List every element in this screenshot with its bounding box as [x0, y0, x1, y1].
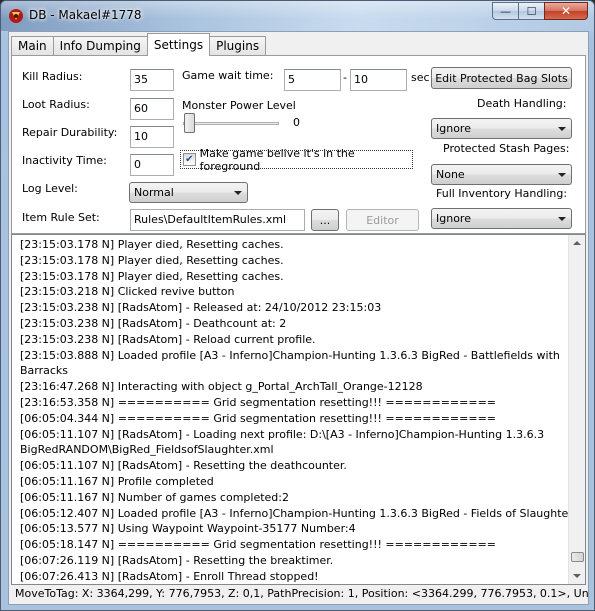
death-handling-label: Death Handling:: [477, 97, 567, 110]
edit-protected-bag-slots-button[interactable]: Edit Protected Bag Slots: [431, 67, 572, 89]
game-wait-max-input[interactable]: 10: [350, 69, 407, 91]
protected-stash-select[interactable]: None: [431, 164, 572, 185]
full-inventory-label: Full Inventory Handling:: [436, 187, 568, 200]
chevron-down-icon: [558, 217, 566, 221]
chevron-down-icon: [558, 127, 566, 131]
death-handling-select[interactable]: Ignore: [431, 118, 572, 139]
protected-stash-value: None: [436, 168, 465, 181]
title-bar[interactable]: DB - Makael#1778 — ☐ ✕: [1, 1, 594, 31]
window-title: DB - Makael#1778: [29, 8, 142, 22]
log-line: [06:05:11.167 N] Profile completed: [20, 474, 214, 488]
settings-panel: Kill Radius: 35 Loot Radius: 60 Repair D…: [11, 55, 586, 234]
monster-power-track[interactable]: [183, 122, 279, 125]
log-line: [06:05:11.107 N] [RadsAtom] - Loading ne…: [20, 427, 545, 457]
scroll-up-icon[interactable]: [573, 241, 581, 245]
log-line: [06:07:26.119 N] [RadsAtom] - Resetting …: [20, 553, 334, 567]
log-line: [23:15:03.888 N] Loaded profile [A3 - In…: [20, 348, 560, 378]
kill-radius-label: Kill Radius:: [22, 70, 83, 83]
log-line: [06:05:13.577 N] Using Waypoint Waypoint…: [20, 522, 356, 536]
log-line: [23:16:53.358 N] ========== Grid segment…: [20, 395, 497, 409]
log-level-value: Normal: [134, 186, 174, 199]
full-inventory-value: Ignore: [436, 212, 471, 225]
monster-power-slider[interactable]: [184, 113, 195, 133]
log-line: [23:15:03.238 N] [RadsAtom] - Reload cur…: [20, 332, 316, 346]
kill-radius-input[interactable]: 35: [130, 69, 174, 91]
minimize-button[interactable]: —: [492, 2, 518, 20]
log-scrollbar[interactable]: [568, 235, 585, 584]
death-handling-value: Ignore: [436, 122, 471, 135]
maximize-button[interactable]: ☐: [518, 2, 544, 20]
log-line: [06:05:11.167 N] Number of games complet…: [20, 490, 289, 504]
log-lines: [23:15:03.178 N] Player died, Resetting …: [20, 237, 573, 584]
app-icon: [9, 9, 23, 23]
scroll-down-icon[interactable]: [573, 574, 581, 578]
tab-settings[interactable]: Settings: [146, 33, 211, 56]
monster-power-label: Monster Power Level: [182, 99, 296, 112]
log-line: [23:15:03.178 N] Player died, Resetting …: [20, 238, 284, 251]
chevron-down-icon: [558, 173, 566, 177]
window-controls: — ☐ ✕: [492, 2, 588, 20]
game-wait-min-input[interactable]: 5: [284, 69, 341, 91]
browse-button[interactable]: ...: [311, 209, 339, 231]
log-line: [23:15:03.238 N] [RadsAtom] - Deathcount…: [20, 316, 287, 330]
log-line: [23:15:03.178 N] Player died, Resetting …: [20, 269, 284, 283]
app-window: DB - Makael#1778 — ☐ ✕ Main Info Dumping…: [0, 0, 595, 611]
foreground-label: Make game belive it's in the foreground: [199, 146, 355, 173]
log-level-label: Log Level:: [22, 182, 78, 195]
tab-info-dumping[interactable]: Info Dumping: [52, 36, 148, 56]
game-wait-unit: sec: [411, 71, 430, 84]
editor-button[interactable]: Editor: [346, 209, 419, 231]
tab-plugins[interactable]: Plugins: [209, 36, 267, 56]
repair-durability-label: Repair Durability:: [22, 126, 118, 139]
log-line: [06:07:26.413 N] [RadsAtom] - Enroll Thr…: [20, 569, 319, 583]
close-button[interactable]: ✕: [544, 2, 588, 20]
log-line: [06:05:04.344 N] ========== Grid segment…: [20, 411, 497, 425]
tab-main[interactable]: Main: [11, 36, 54, 56]
log-line: [23:15:03.218 N] Clicked revive button: [20, 285, 235, 299]
game-wait-separator: -: [343, 71, 347, 84]
log-line: [06:05:12.407 N] Loaded profile [A3 - In…: [20, 506, 573, 520]
protected-stash-label: Protected Stash Pages:: [443, 142, 570, 155]
client-area: Main Info Dumping Settings Plugins Kill …: [8, 31, 589, 605]
tab-strip: Main Info Dumping Settings Plugins: [11, 33, 267, 56]
log-output[interactable]: [23:15:03.178 N] Player died, Resetting …: [11, 234, 586, 585]
log-level-select[interactable]: Normal: [129, 182, 248, 203]
monster-power-value: 0: [293, 116, 300, 129]
scroll-thumb[interactable]: [571, 552, 584, 562]
loot-radius-input[interactable]: 60: [130, 98, 174, 120]
inactivity-time-label: Inactivity Time:: [22, 154, 107, 167]
log-line: [23:15:03.238 N] [RadsAtom] - Released a…: [20, 301, 382, 315]
log-line: [23:16:47.268 N] Interacting with object…: [20, 380, 423, 394]
item-rule-set-input[interactable]: Rules\DefaultItemRules.xml: [130, 209, 305, 231]
log-line: [23:15:03.178 N] Player died, Resetting …: [20, 253, 284, 267]
log-line: [06:05:18.147 N] ========== Grid segment…: [20, 538, 497, 552]
game-wait-time-label: Game wait time:: [182, 69, 274, 82]
chevron-down-icon: [234, 191, 242, 195]
item-rule-set-label: Item Rule Set:: [22, 211, 100, 224]
status-bar: MoveToTag: X: 3364,299, Y: 776,7953, Z: …: [9, 585, 588, 604]
log-line: [06:05:11.107 N] [RadsAtom] - Resetting …: [20, 459, 347, 473]
foreground-checkbox[interactable]: ✔: [183, 153, 196, 166]
foreground-option[interactable]: ✔ Make game belive it's in the foregroun…: [180, 147, 413, 173]
loot-radius-label: Loot Radius:: [22, 98, 90, 111]
repair-durability-input[interactable]: 10: [130, 126, 174, 148]
full-inventory-select[interactable]: Ignore: [431, 208, 572, 229]
inactivity-time-input[interactable]: 0: [130, 154, 174, 176]
